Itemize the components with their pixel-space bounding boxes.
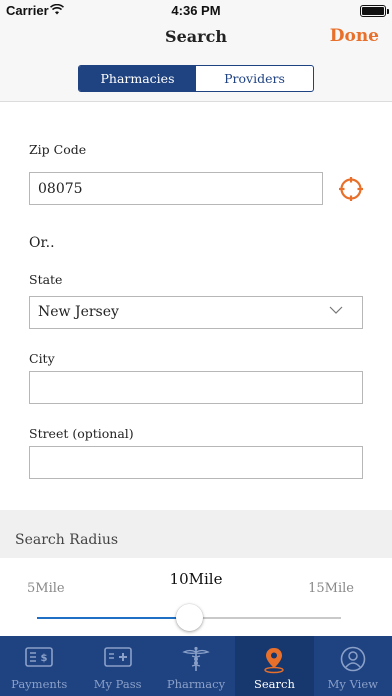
- street-input[interactable]: [29, 446, 363, 479]
- caduceus-icon: [182, 646, 210, 671]
- radius-slider-fill: [37, 617, 189, 619]
- tab-label-my-view: My View: [327, 677, 378, 691]
- payments-icon: $: [25, 647, 54, 667]
- segment-providers[interactable]: Providers: [196, 66, 313, 91]
- location-pin-icon: [264, 648, 285, 674]
- svg-text:$: $: [41, 653, 48, 664]
- city-label: City: [29, 351, 55, 366]
- done-button[interactable]: Done: [330, 26, 379, 46]
- nav-bar: Search Done Pharmacies Providers: [0, 22, 392, 102]
- radius-slider-thumb[interactable]: [176, 604, 203, 631]
- state-select[interactable]: New Jersey: [29, 296, 363, 329]
- zip-code-input[interactable]: [29, 172, 323, 205]
- state-select-value: New Jersey: [38, 304, 119, 320]
- street-label: Street (optional): [29, 426, 134, 441]
- radius-slider-area: 5Mile 10Mile 15Mile: [0, 558, 392, 636]
- search-radius-title: Search Radius: [15, 532, 119, 548]
- status-bar: Carrier 4:36 PM: [0, 0, 392, 22]
- segment-pharmacies[interactable]: Pharmacies: [79, 66, 196, 91]
- tab-my-pass[interactable]: My Pass: [78, 636, 156, 696]
- state-label: State: [29, 272, 63, 287]
- tab-bar: $ Payments My Pass Pharmacy Search My Vi…: [0, 636, 392, 696]
- search-radius-header: Search Radius: [0, 510, 392, 558]
- tab-label-payments: Payments: [11, 677, 68, 691]
- user-icon: [340, 646, 366, 672]
- city-input[interactable]: [29, 371, 363, 404]
- id-card-icon: [103, 647, 132, 667]
- tab-label-search: Search: [253, 677, 295, 691]
- battery-icon: [360, 5, 389, 17]
- tab-label-pharmacy: Pharmacy: [166, 677, 226, 691]
- zip-code-label: Zip Code: [29, 142, 87, 157]
- tab-my-view[interactable]: My View: [314, 636, 392, 696]
- tab-search[interactable]: Search: [235, 636, 314, 696]
- current-location-icon[interactable]: [338, 176, 364, 202]
- slider-max-label: 15Mile: [308, 581, 354, 596]
- search-type-segmented-control: Pharmacies Providers: [78, 65, 314, 92]
- radius-slider-track[interactable]: [37, 604, 341, 631]
- tab-payments[interactable]: $ Payments: [0, 636, 78, 696]
- status-time: 4:36 PM: [171, 3, 221, 18]
- or-separator: Or..: [29, 235, 55, 251]
- chevron-down-icon: [329, 306, 343, 314]
- tab-pharmacy[interactable]: Pharmacy: [157, 636, 235, 696]
- tab-label-my-pass: My Pass: [93, 677, 142, 691]
